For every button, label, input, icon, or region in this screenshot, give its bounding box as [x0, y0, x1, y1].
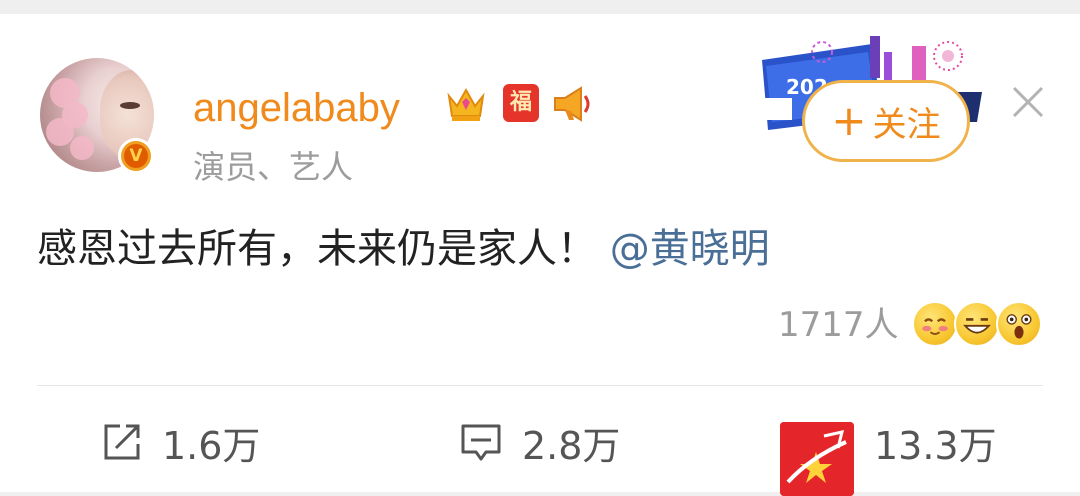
verified-badge-letter: V — [124, 144, 148, 168]
user-name[interactable]: angelababy — [193, 82, 400, 134]
divider — [37, 385, 1043, 386]
surprised-emoji-icon — [996, 301, 1042, 347]
megaphone-icon — [554, 86, 590, 122]
plus-icon: + — [831, 96, 867, 145]
fu-badge-icon: 福 — [503, 84, 539, 122]
close-icon[interactable] — [1008, 82, 1048, 122]
avatar-petal — [46, 118, 74, 146]
comment-count: 2.8万 — [522, 423, 621, 468]
avatar-eye — [120, 102, 140, 109]
comment-icon — [461, 424, 501, 461]
post-card: V angelababy 福 演员、艺人 202 + 关注 感恩过去所有，未来仍… — [0, 14, 1080, 496]
repost-icon — [104, 424, 140, 460]
blush-emoji-icon — [912, 301, 958, 347]
follow-button[interactable]: + 关注 — [802, 80, 970, 162]
crown-icon — [447, 87, 485, 121]
user-bio: 演员、艺人 — [193, 148, 354, 186]
like-count: 13.3万 — [874, 423, 997, 468]
comment-button[interactable]: 2.8万 — [458, 414, 620, 470]
avatar-petal — [70, 136, 94, 160]
follow-label: 关注 — [872, 104, 941, 145]
watermark-logo-icon — [780, 422, 854, 496]
mention-link[interactable]: @黄晓明 — [610, 226, 770, 272]
reaction-count[interactable]: 1717人 — [778, 302, 899, 348]
post-text: 感恩过去所有，未来仍是家人！ @黄晓明 — [37, 221, 770, 277]
repost-count: 1.6万 — [162, 423, 261, 468]
verified-badge-icon: V — [118, 138, 154, 174]
grin-emoji-icon — [954, 301, 1000, 347]
repost-button[interactable]: 1.6万 — [100, 414, 260, 470]
post-body: 感恩过去所有，未来仍是家人！ — [37, 226, 597, 272]
